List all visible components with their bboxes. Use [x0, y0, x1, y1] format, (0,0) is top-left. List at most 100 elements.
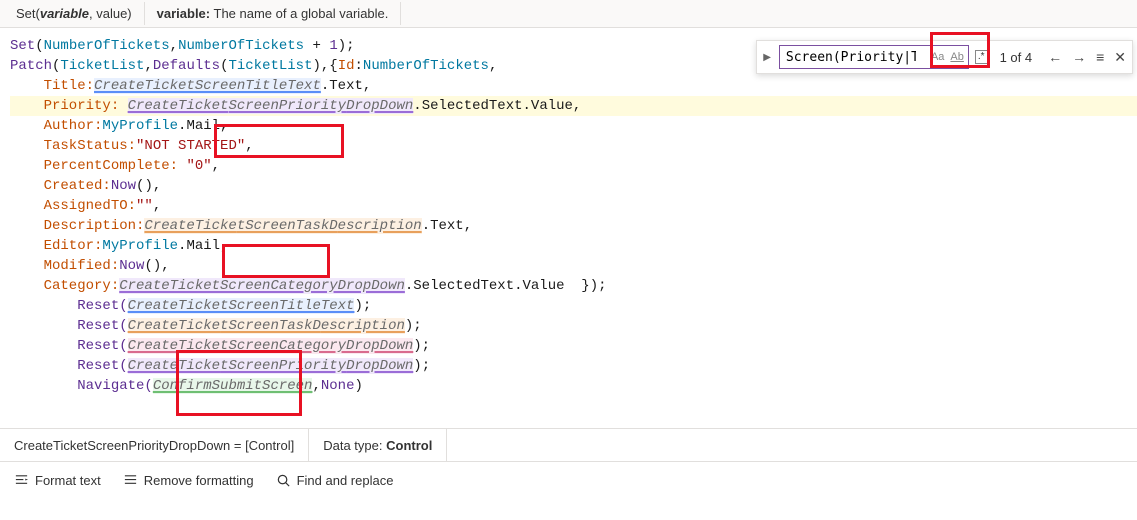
tok: , — [170, 38, 178, 54]
tok: .Mail, — [178, 118, 228, 134]
tok: ConfirmSubmitScreen — [153, 378, 313, 394]
tok: + — [304, 38, 329, 54]
code-editor[interactable]: Set(NumberOfTickets,NumberOfTickets + 1)… — [0, 28, 1137, 428]
tok: , — [312, 378, 320, 394]
tok: TicketList — [228, 58, 312, 74]
find-replace-label: Find and replace — [297, 473, 394, 488]
tok: Reset( — [44, 358, 128, 374]
signature-bar: Set(variable, value) variable: The name … — [0, 0, 1137, 28]
tok: MyProfile — [102, 238, 178, 254]
tok: Set — [10, 38, 35, 54]
tok: : — [355, 58, 363, 74]
tok: ); — [405, 318, 422, 334]
tok: Now — [119, 258, 144, 274]
prev-match-icon[interactable]: ← — [1048, 49, 1062, 65]
param-desc-cell: variable: The name of a global variable. — [145, 2, 402, 25]
tok: .SelectedText.Value, — [413, 98, 581, 114]
tok: NumberOfTickets — [178, 38, 304, 54]
tok: ) — [354, 378, 362, 394]
tok: CreateTicke — [144, 218, 236, 234]
tok: ); — [413, 358, 430, 374]
datatype-label: Data type: — [323, 438, 382, 453]
tok: Now — [111, 178, 136, 194]
find-replace-bar: ▶ Aa Ab .* 1 of 4 ← → ≡ ✕ — [756, 40, 1133, 74]
param-label: variable: — [157, 6, 210, 21]
tok: escription — [321, 318, 405, 334]
regex-toggle-icon[interactable]: .* — [975, 50, 988, 64]
expand-toggle-icon[interactable]: ▶ — [761, 52, 773, 63]
tok: .Mail, — [178, 238, 228, 254]
tok: Reset( — [44, 318, 128, 334]
bottom-toolbar: Format text Remove formatting Find and r… — [0, 462, 1137, 498]
select-all-icon[interactable]: ≡ — [1096, 49, 1104, 65]
remove-formatting-label: Remove formatting — [144, 473, 254, 488]
tok: Description: — [10, 218, 144, 234]
close-icon[interactable]: ✕ — [1114, 49, 1126, 66]
tok: Editor: — [10, 238, 102, 254]
format-text-button[interactable]: Format text — [14, 473, 101, 488]
param-desc: The name of a global variable. — [210, 6, 388, 21]
sig-rest: , value) — [89, 6, 132, 21]
tok: ),{ — [312, 58, 337, 74]
tok: tScreenTaskD — [237, 218, 338, 234]
tok: ); — [354, 298, 371, 314]
sig-fn: Set( — [16, 6, 40, 21]
tok: .Text, — [321, 78, 371, 94]
tok: "NOT STARTED" — [136, 138, 245, 154]
tok: CreateTicketScreenCategoryDropDown — [128, 338, 414, 354]
tok: escription — [338, 218, 422, 234]
search-actions: ← → ≡ ✕ — [1044, 49, 1126, 66]
tok: DropDown — [346, 358, 413, 374]
match-word-icon[interactable]: Ab — [949, 51, 964, 63]
tok: ); — [413, 338, 430, 354]
tok: , — [212, 158, 220, 174]
tok: Patch — [10, 58, 52, 74]
tok: CreateTicket — [128, 98, 229, 114]
type-info-bar: CreateTicketScreenPriorityDropDown = [Co… — [0, 428, 1137, 462]
tok: Created: — [10, 178, 111, 194]
tok: Title: — [10, 78, 94, 94]
format-text-icon — [14, 473, 29, 488]
search-input-icons: Aa Ab — [930, 45, 965, 69]
tok: ( — [35, 38, 43, 54]
match-case-icon[interactable]: Aa — [930, 51, 945, 63]
tok: 1 — [329, 38, 337, 54]
tok: .Text, — [422, 218, 472, 234]
tok: Modified: — [10, 258, 119, 274]
tok: DropDown — [346, 98, 413, 114]
tok: CreateTicketScreenTitleText — [128, 298, 355, 314]
tok: .SelectedText.Value }); — [405, 278, 607, 294]
remove-formatting-icon — [123, 473, 138, 488]
tok: TicketList — [60, 58, 144, 74]
search-icon — [276, 473, 291, 488]
tok: , — [144, 58, 152, 74]
tok: (), — [144, 258, 169, 274]
tok: Navigate( — [44, 378, 153, 394]
tok: Priority: — [10, 98, 128, 114]
datatype-info: Data type: Control — [309, 429, 447, 461]
tok: CreateTicketScreenTitleText — [94, 78, 321, 94]
tok: "" — [136, 198, 153, 214]
tok: MyProfile — [102, 118, 178, 134]
tok: "0" — [186, 158, 211, 174]
search-input-wrap: Aa Ab — [779, 45, 969, 69]
tok: tScreenPriority — [220, 358, 346, 374]
tok: tScreenTaskD — [220, 318, 321, 334]
tok: CreateTicke — [128, 318, 220, 334]
tok: PercentComplete: — [10, 158, 186, 174]
tok: , — [153, 198, 161, 214]
tok: , — [245, 138, 253, 154]
signature-cell: Set(variable, value) — [4, 2, 145, 25]
format-text-label: Format text — [35, 473, 101, 488]
next-match-icon[interactable]: → — [1072, 49, 1086, 65]
tok: Category: — [10, 278, 119, 294]
tok: AssignedTO: — [10, 198, 136, 214]
datatype-value: Control — [386, 438, 432, 453]
tok: TaskStatus: — [10, 138, 136, 154]
find-replace-button[interactable]: Find and replace — [276, 473, 394, 488]
remove-formatting-button[interactable]: Remove formatting — [123, 473, 254, 488]
ident-info: CreateTicketScreenPriorityDropDown = [Co… — [0, 429, 309, 461]
match-count: 1 of 4 — [994, 50, 1039, 65]
tok: Reset( — [44, 338, 128, 354]
tok: NumberOfTickets — [44, 38, 170, 54]
